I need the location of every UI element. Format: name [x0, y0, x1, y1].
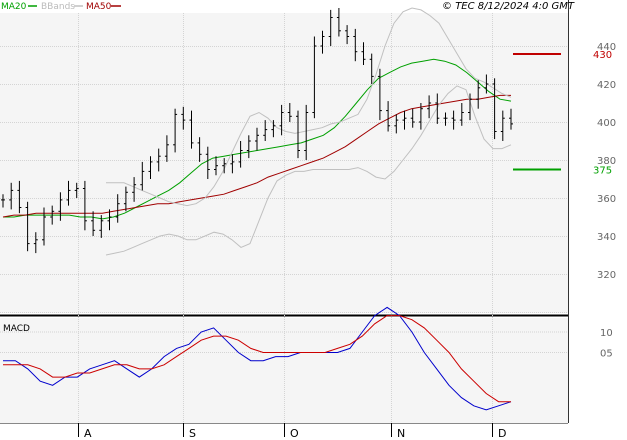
x-tick-label: D [498, 427, 506, 440]
y-tick-label: 400 [597, 118, 616, 129]
legend: MA20 BBands MA50 [1, 2, 121, 12]
y-tick-label: 420 [597, 80, 616, 91]
y-tick-label: 320 [597, 270, 616, 281]
timestamp: © TEC 8/12/2024 4:0 GMT [442, 1, 575, 12]
y-tick-label: 360 [597, 194, 616, 205]
legend-bbands-label: BBands [41, 2, 75, 12]
price-y-ticks: 320 340 360 380 400 420 440 [597, 42, 616, 281]
y-tick-label: 440 [597, 42, 616, 53]
macd-y-ticks: 10 05 [600, 328, 613, 360]
x-tick-label: O [290, 427, 299, 440]
y-tick-label: 380 [597, 156, 616, 167]
macd-y-tick-label: 05 [600, 349, 613, 360]
x-axis-ticks: ASOND [78, 423, 506, 440]
x-tick-label: S [189, 427, 196, 440]
legend-ma20-label: MA20 [1, 2, 27, 12]
x-tick-label: A [84, 427, 92, 440]
macd-label: MACD [3, 324, 30, 334]
x-tick-label: N [397, 427, 405, 440]
stock-chart: 430375 320340360380400420440 1005 ASOND … [0, 0, 616, 440]
macd-y-tick-label: 10 [600, 328, 613, 339]
level-label: 375 [593, 166, 612, 177]
legend-ma50-label: MA50 [86, 2, 112, 12]
y-tick-label: 340 [597, 232, 616, 243]
